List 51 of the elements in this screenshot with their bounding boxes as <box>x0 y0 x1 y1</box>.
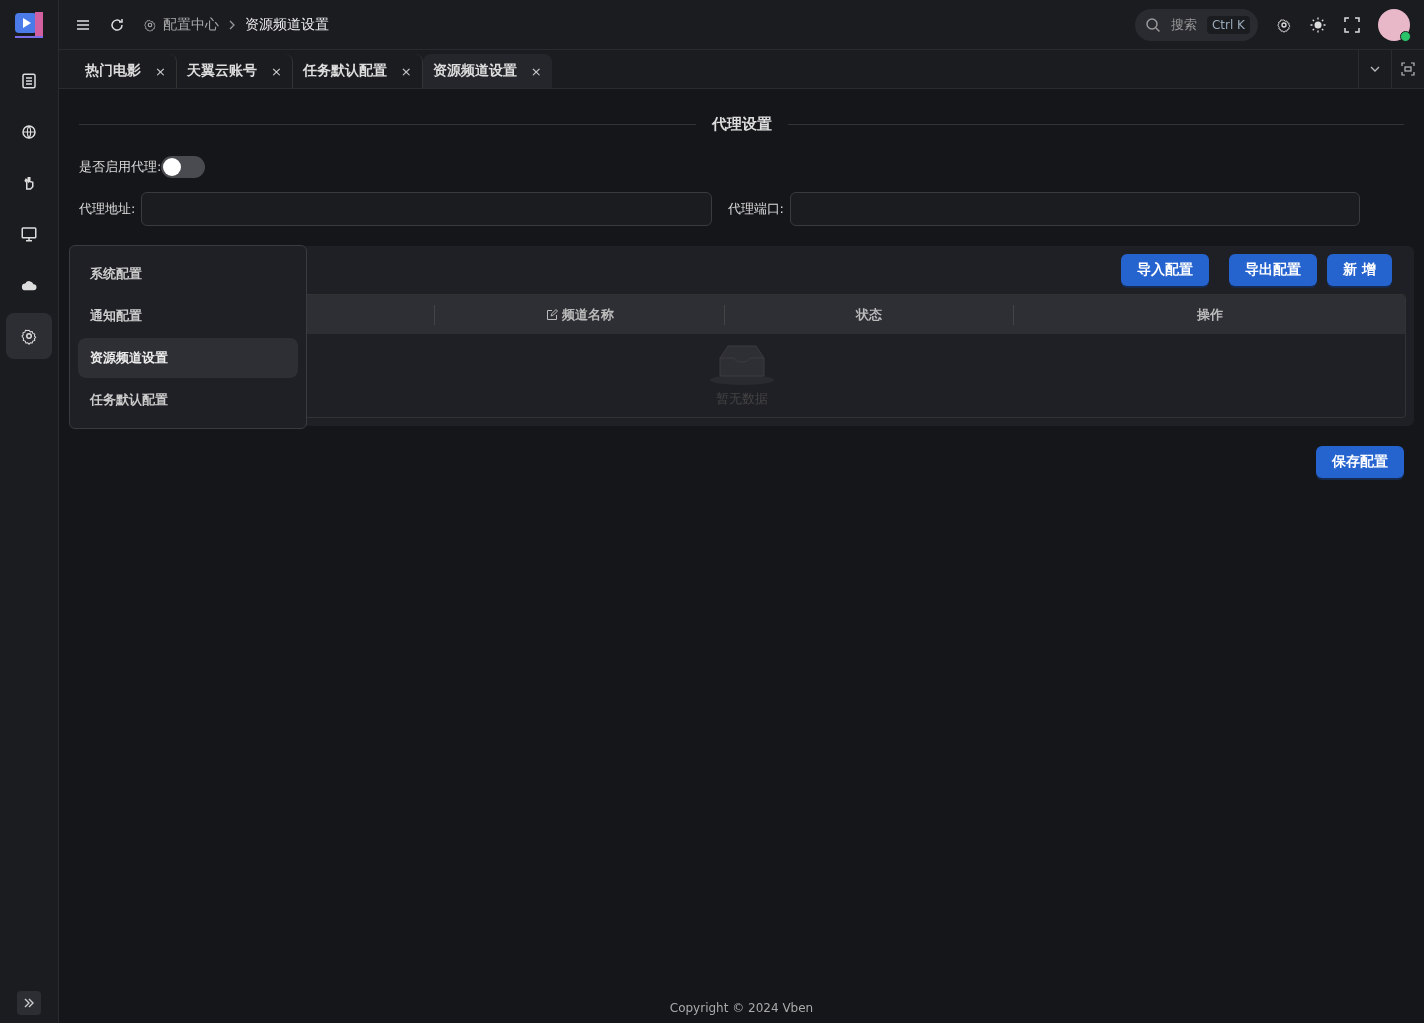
maximize-icon <box>1401 62 1415 76</box>
field-label: 是否启用代理: <box>79 158 162 176</box>
close-icon[interactable]: × <box>530 63 542 79</box>
close-icon[interactable]: × <box>155 63 166 79</box>
column-header: 频道名称 <box>561 305 614 324</box>
page-tab[interactable]: 资源频道设置 × <box>422 54 552 88</box>
sidebar-item[interactable] <box>6 313 52 359</box>
settings-icon <box>143 17 157 32</box>
toolbar-button[interactable]: 导出配置 <box>1229 254 1318 286</box>
sun-icon[interactable] <box>1310 16 1326 33</box>
fullscreen-icon[interactable] <box>1344 16 1360 33</box>
page-tab[interactable]: 天翼云账号 × <box>176 54 293 88</box>
save-button[interactable]: 保存配置 <box>1316 446 1404 478</box>
monitor-icon <box>20 225 38 243</box>
globe-icon <box>20 123 38 141</box>
document-icon <box>20 72 38 90</box>
breadcrumb-item[interactable]: 配置中心 <box>163 15 219 34</box>
menu-item[interactable]: 系统配置 <box>78 254 298 294</box>
settings-icon <box>20 327 38 345</box>
field-label: 代理地址: <box>79 200 136 218</box>
chevron-right-icon <box>227 19 237 30</box>
input-field[interactable] <box>789 192 1360 226</box>
search-icon <box>1144 16 1161 33</box>
close-icon[interactable]: × <box>270 63 282 79</box>
search-placeholder: 搜索 <box>1170 15 1197 34</box>
field-label: 代理端口: <box>727 200 784 218</box>
input-field[interactable] <box>141 192 712 226</box>
menu-item[interactable]: 资源频道设置 <box>78 338 298 378</box>
column-header: 状态 <box>856 305 882 324</box>
page-tab[interactable]: 任务默认配置 × <box>292 54 423 88</box>
edit-icon <box>545 308 558 321</box>
empty-inbox-icon <box>709 343 774 386</box>
column-header: 操作 <box>1196 305 1223 324</box>
search-field[interactable]: 搜索 Ctrl K <box>1134 8 1258 41</box>
settings-icon[interactable] <box>1276 16 1292 33</box>
proxy-toggle[interactable] <box>161 156 206 178</box>
expand-sidebar-button[interactable] <box>17 991 41 1015</box>
section-title: 代理设置 <box>711 115 772 134</box>
toolbar-button[interactable]: 新 增 <box>1327 254 1392 286</box>
menu-item[interactable]: 通知配置 <box>78 296 298 336</box>
breadcrumb-item[interactable]: 资源频道设置 <box>245 15 329 34</box>
toolbar-button[interactable]: 导入配置 <box>1121 254 1210 286</box>
menu-item[interactable]: 任务默认配置 <box>78 380 298 420</box>
double-chevron-icon <box>23 997 35 1009</box>
copyright-text: Copyright © 2024 Vben <box>668 1001 815 1017</box>
close-icon[interactable]: × <box>400 63 412 79</box>
page-tab[interactable]: 热门电影 × <box>75 54 177 88</box>
refresh-icon[interactable] <box>109 16 125 33</box>
shortcut-hint: Ctrl K <box>1206 15 1250 34</box>
online-status-dot <box>1400 30 1411 42</box>
user-avatar[interactable] <box>1378 8 1410 41</box>
